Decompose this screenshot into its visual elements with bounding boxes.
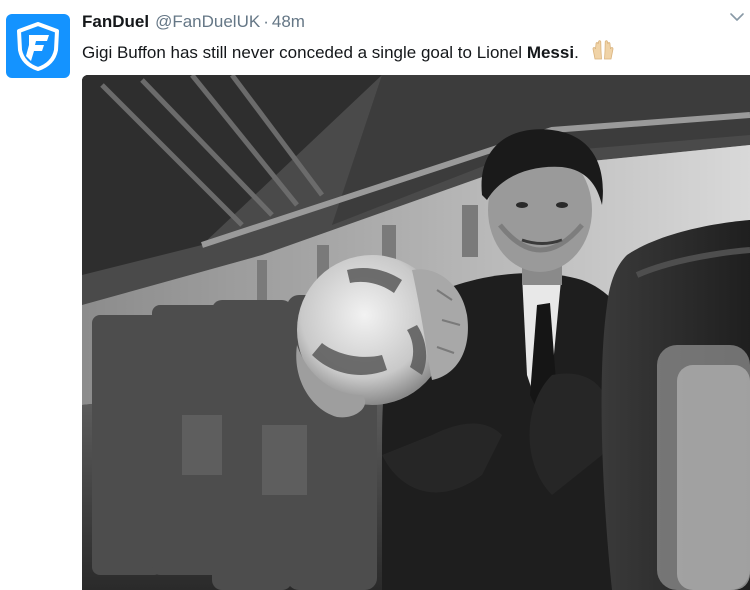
tweet-text: Gigi Buffon has still never conceded a s… bbox=[82, 39, 616, 64]
raised-hands-icon bbox=[592, 40, 613, 60]
mention-messi: Messi bbox=[526, 43, 575, 62]
media-image bbox=[82, 75, 750, 590]
fanduel-shield-logo-icon bbox=[17, 22, 59, 71]
tweet-text-end: . bbox=[574, 43, 579, 62]
user-handle[interactable]: @FanDuelUK bbox=[155, 12, 260, 32]
avatar[interactable] bbox=[6, 14, 70, 78]
separator: · bbox=[263, 12, 269, 31]
timestamp[interactable]: 48m bbox=[272, 12, 305, 32]
display-name[interactable]: FanDuel bbox=[82, 12, 149, 32]
tweet-media[interactable] bbox=[82, 75, 750, 590]
tweet-text-start: Gigi Buffon has still never conceded a s… bbox=[82, 43, 527, 62]
tweet-header: FanDuel @FanDuelUK · 48m bbox=[82, 12, 305, 34]
tweet: FanDuel @FanDuelUK · 48m Gigi Buffon has… bbox=[0, 0, 750, 590]
chevron-down-icon[interactable] bbox=[728, 8, 746, 26]
